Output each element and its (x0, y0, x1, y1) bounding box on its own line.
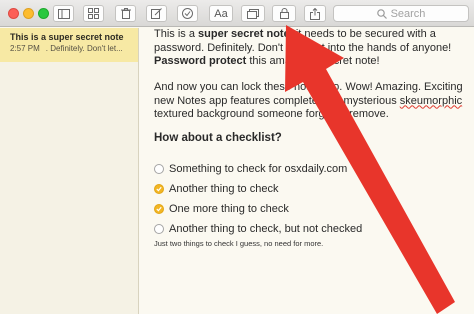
attachments-browser-button[interactable] (83, 5, 104, 22)
search-icon (376, 8, 387, 19)
minimize-window-button[interactable] (23, 8, 34, 19)
checklist-item-text: Another thing to check (169, 183, 279, 195)
trash-icon (120, 8, 131, 19)
checklist-item-text: One more thing to check (169, 203, 289, 215)
checklist-item: Another thing to check (154, 179, 470, 199)
search-placeholder: Search (390, 7, 426, 20)
photo-icon (247, 8, 259, 19)
share-icon (310, 7, 320, 20)
delete-note-button[interactable] (115, 5, 136, 22)
checkmark-circle-icon (182, 8, 193, 19)
unchecked-circle-icon[interactable] (154, 164, 164, 174)
grid-icon (88, 8, 99, 19)
checklist-item: Something to check for osxdaily.com (154, 159, 470, 179)
checklist-item: Another thing to check, but not checked (154, 219, 470, 239)
text-run: This is a (154, 28, 199, 40)
note-item-time: 2:57 PM (10, 44, 40, 53)
lock-note-button[interactable] (272, 5, 296, 22)
bold-text-run: Password protect (154, 55, 247, 67)
bold-text-run: super secret note (198, 28, 290, 40)
misspelled-word: skeumorphic (399, 94, 463, 107)
format-button[interactable]: Aa (209, 5, 233, 22)
note-editor[interactable]: This is a super secret note, it needs to… (140, 28, 474, 314)
compose-icon (151, 8, 162, 19)
close-window-button[interactable] (8, 8, 19, 19)
text-run: this amazingly secret note! (246, 55, 380, 67)
checked-circle-icon[interactable] (154, 184, 164, 194)
checklist-button[interactable] (177, 5, 198, 22)
checklist-item-text: Something to check for osxdaily.com (169, 163, 348, 175)
format-label: Aa (214, 7, 228, 20)
notes-list: This is a super secret note 2:57 PM . Def… (0, 28, 139, 314)
checklist-item: One more thing to check (154, 199, 470, 219)
text-run: textured background someone forgot to re… (154, 108, 389, 120)
note-list-item[interactable]: This is a super secret note 2:57 PM . Def… (0, 28, 138, 62)
sidebar-toggle-button[interactable] (53, 5, 74, 22)
note-item-title: This is a super secret note (10, 32, 124, 42)
zoom-window-button[interactable] (38, 8, 49, 19)
note-item-preview: . Definitely. Don't let... (45, 44, 123, 53)
note-paragraph-2: And now you can lock these notes too. Wo… (154, 81, 470, 122)
checklist: Something to check for osxdaily.com Anot… (154, 159, 470, 239)
notes-window: Aa Search This is a super secret note 2:… (0, 0, 474, 314)
note-footnote: Just two things to check I guess, no nee… (154, 239, 324, 248)
note-item-meta: 2:57 PM . Definitely. Don't let... (10, 44, 138, 53)
lock-icon (279, 8, 289, 19)
sidebar-icon (57, 8, 70, 19)
search-field[interactable]: Search (333, 5, 469, 22)
unchecked-circle-icon[interactable] (154, 224, 164, 234)
checklist-item-text: Another thing to check, but not checked (169, 223, 363, 235)
new-note-button[interactable] (146, 5, 167, 22)
toolbar: Aa Search (0, 0, 474, 27)
checked-circle-icon[interactable] (154, 204, 164, 214)
note-paragraph-1: This is a super secret note, it needs to… (154, 28, 470, 69)
checklist-heading: How about a checklist? (154, 132, 282, 144)
add-media-button[interactable] (241, 5, 265, 22)
share-button[interactable] (304, 5, 326, 22)
